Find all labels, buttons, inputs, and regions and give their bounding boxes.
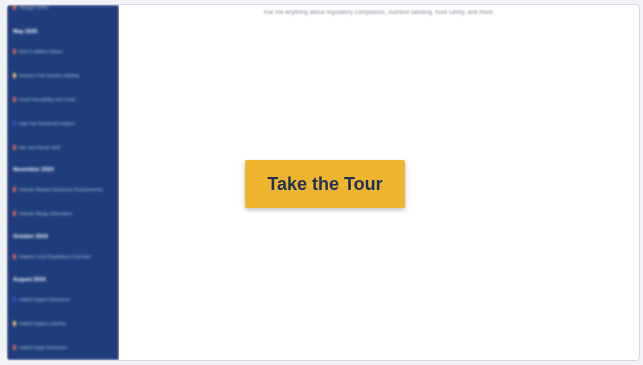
chat-history-item-label: Added Sugar Disclosure [19, 344, 68, 350]
chat-history-item[interactable]: Allergen Rules [13, 4, 113, 12]
note-icon [13, 320, 16, 326]
chat-history-item[interactable]: Dummy Fruit Snacks Labeling [13, 70, 113, 80]
note-icon [13, 72, 16, 78]
chat-history-item-label: High Fat Threshold Analysis [19, 120, 75, 126]
chat-history-item-label: Natural Allergen Disclosure Requirements [19, 186, 103, 192]
sidebar-group-heading: August 2024 [13, 277, 46, 283]
chat-history-item[interactable]: Food Traceability List Foods [13, 94, 113, 104]
main-content: Ask me anything about regulatory complia… [119, 5, 639, 360]
chat-history-sidebar: Allergen Rules May 2025 Red 3 Additive S… [7, 5, 119, 360]
lock-icon [13, 96, 16, 102]
lock-icon [13, 210, 16, 216]
welcome-hint: Ask me anything about regulatory complia… [263, 10, 495, 16]
chat-history-item-label: Added Sugars Labeling [19, 320, 66, 326]
chat-history-item[interactable]: Nec and Reuse Well [13, 142, 113, 152]
chat-history-item-label: Added Sugars Disclosure [19, 296, 70, 302]
chart-icon [13, 120, 16, 126]
app-window: Allergen Rules May 2025 Red 3 Additive S… [6, 4, 640, 361]
chat-history-item[interactable]: Organic Food Regulations Overview [13, 251, 113, 261]
lock-icon [13, 5, 16, 10]
lock-icon [13, 48, 16, 54]
chat-history-item[interactable]: Natural Allergen Disclosure Requirements [13, 184, 113, 194]
chat-history-item-label: Allergen Rules [19, 4, 49, 10]
chat-history-item[interactable]: Added Sugars Labeling [13, 318, 113, 328]
sidebar-group-heading: November 2024 [13, 167, 54, 173]
chat-history-item-label: Food Traceability List Foods [19, 96, 76, 102]
lock-icon [13, 344, 16, 350]
chart-icon [13, 296, 16, 302]
sidebar-group-heading: May 2025 [13, 29, 38, 35]
chat-history-item-label: Organic Food Regulations Overview [19, 253, 92, 259]
sidebar-group-heading: October 2024 [13, 234, 48, 240]
lock-icon [13, 253, 16, 259]
chat-history-item-label: Natural Allergy Information [19, 210, 73, 216]
chat-history-item[interactable]: High Fat Threshold Analysis [13, 118, 113, 128]
chat-history-item[interactable]: Added Sugars Disclosure [13, 294, 113, 304]
chat-history-item[interactable]: Natural Allergy Information [13, 208, 113, 218]
chat-history-item[interactable]: Added Sugar Disclosure [13, 342, 113, 352]
chat-history-item[interactable]: Red 3 Additive Status [13, 46, 113, 56]
lock-icon [13, 186, 16, 192]
chat-history-item-label: Dummy Fruit Snacks Labeling [19, 72, 80, 78]
take-the-tour-button[interactable]: Take the Tour [245, 160, 405, 208]
chat-history-item-label: Red 3 Additive Status [19, 48, 63, 54]
chat-history-item-label: Nec and Reuse Well [19, 144, 60, 150]
lock-icon [13, 144, 16, 150]
